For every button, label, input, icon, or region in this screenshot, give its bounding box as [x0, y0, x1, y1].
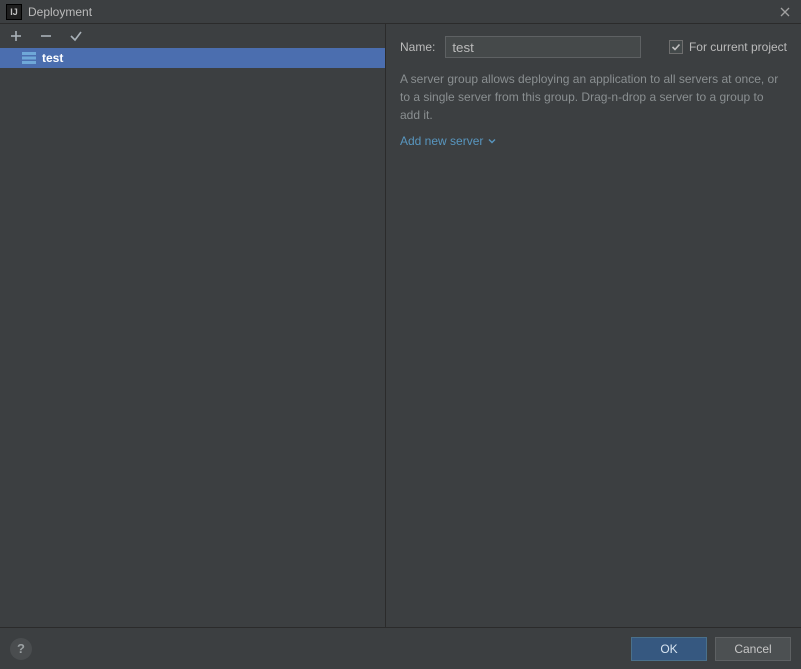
minus-icon — [39, 29, 53, 43]
chevron-down-icon — [487, 136, 497, 146]
help-button[interactable]: ? — [10, 638, 32, 660]
left-panel: test — [0, 24, 386, 627]
remove-button[interactable] — [38, 28, 54, 44]
footer: ? OK Cancel — [0, 627, 801, 669]
titlebar: IJ Deployment — [0, 0, 801, 24]
ok-button[interactable]: OK — [631, 637, 707, 661]
apply-button[interactable] — [68, 28, 84, 44]
plus-icon — [9, 29, 23, 43]
server-group-icon — [22, 52, 36, 64]
name-label: Name: — [400, 40, 435, 54]
for-current-project-checkbox[interactable]: For current project — [669, 40, 787, 54]
cancel-button[interactable]: Cancel — [715, 637, 791, 661]
for-current-project-label: For current project — [689, 40, 787, 54]
main-split: test Name: For current project A server … — [0, 24, 801, 627]
add-new-server-link[interactable]: Add new server — [400, 134, 497, 148]
right-panel: Name: For current project A server group… — [386, 24, 801, 627]
name-row: Name: For current project — [400, 36, 787, 58]
add-new-server-label: Add new server — [400, 134, 483, 148]
app-icon: IJ — [6, 4, 22, 20]
check-icon — [69, 29, 83, 43]
tree-item-label: test — [42, 51, 63, 65]
server-group-description: A server group allows deploying an appli… — [400, 70, 787, 124]
check-icon — [671, 42, 681, 52]
checkbox-box — [669, 40, 683, 54]
tree-item[interactable]: test — [0, 48, 385, 68]
left-toolbar — [0, 24, 385, 48]
add-button[interactable] — [8, 28, 24, 44]
close-button[interactable] — [775, 2, 795, 22]
form: Name: For current project A server group… — [386, 24, 801, 158]
server-tree[interactable]: test — [0, 48, 385, 627]
window-title: Deployment — [28, 5, 775, 19]
close-icon — [780, 7, 790, 17]
name-input[interactable] — [445, 36, 641, 58]
